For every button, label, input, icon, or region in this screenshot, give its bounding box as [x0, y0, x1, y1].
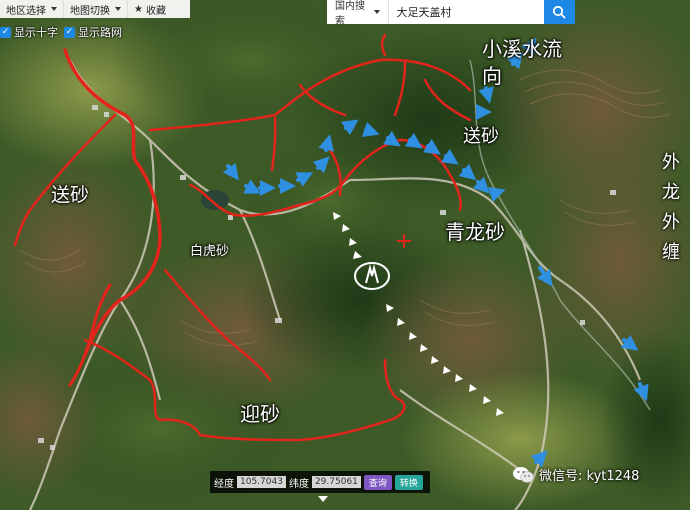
- checkbox-checked-icon[interactable]: ✓: [0, 26, 11, 38]
- search-button[interactable]: [543, 0, 575, 24]
- chevron-down-icon: [115, 7, 121, 11]
- label-send-sand-right: 送砂: [463, 126, 499, 147]
- checkbox-checked-icon[interactable]: ✓: [64, 26, 75, 38]
- layer-toggles: ✓ 显示十字 ✓ 显示路网: [0, 24, 122, 40]
- wechat-icon: [513, 466, 534, 483]
- collapse-chevron-icon[interactable]: [318, 496, 328, 502]
- top-toolbar: 地区选择 地图切换 ★ 收藏: [0, 0, 190, 18]
- query-button[interactable]: 查询: [363, 474, 392, 490]
- show-cross-toggle[interactable]: ✓ 显示十字: [0, 24, 58, 40]
- label-green-dragon-sand: 青龙砂: [445, 220, 505, 244]
- region-select-label: 地区选择: [6, 5, 46, 17]
- map-switch-label: 地图切换: [70, 5, 110, 17]
- favorite-button[interactable]: ★ 收藏: [128, 0, 172, 18]
- search-scope-select[interactable]: 国内搜索: [327, 0, 389, 27]
- label-send-sand-left: 送砂: [51, 184, 90, 206]
- show-roads-label: 显示路网: [78, 26, 122, 39]
- favorite-label: 收藏: [145, 5, 166, 17]
- label-welcome-sand: 迎砂: [240, 402, 280, 426]
- latitude-label: 纬度: [288, 478, 309, 490]
- label-outer-dragon: 外龙外缠: [662, 152, 680, 263]
- watermark-text: 微信号: kyt1248: [539, 469, 640, 484]
- map-switch-menu[interactable]: 地图切换: [64, 0, 128, 18]
- star-icon: ★: [134, 3, 143, 15]
- map-stage: 地区选择 地图切换 ★ 收藏 ✓ 显示十字 ✓ 显示路网 国内搜索 大足天盖村 …: [0, 0, 690, 510]
- show-cross-label: 显示十字: [14, 26, 58, 39]
- coordinate-bar: 经度 105.7043 纬度 29.75061 查询 转换: [210, 471, 430, 493]
- search-icon: [553, 5, 566, 19]
- search-scope-label: 国内搜索: [335, 1, 365, 27]
- longitude-label: 经度: [214, 478, 234, 490]
- label-stream-line1: 小溪水流: [482, 37, 562, 61]
- wechat-watermark: 微信号: kyt1248: [512, 465, 639, 484]
- search-input[interactable]: [388, 4, 544, 20]
- latitude-value[interactable]: 29.75061: [311, 476, 361, 488]
- chevron-down-icon: [51, 7, 57, 11]
- search-bar: 国内搜索: [327, 0, 575, 27]
- longitude-value[interactable]: 105.7043: [237, 476, 286, 488]
- convert-button[interactable]: 转换: [394, 474, 423, 490]
- label-stream-direction: 小溪水流 向: [482, 36, 562, 90]
- satellite-map[interactable]: [0, 0, 690, 510]
- label-stream-line2: 向: [482, 64, 502, 88]
- chevron-down-icon: [373, 10, 380, 14]
- region-select-menu[interactable]: 地区选择: [0, 0, 64, 18]
- label-white-tiger-sand: 白虎砂: [190, 244, 230, 259]
- show-roads-toggle[interactable]: ✓ 显示路网: [64, 24, 122, 40]
- pond: [201, 190, 229, 210]
